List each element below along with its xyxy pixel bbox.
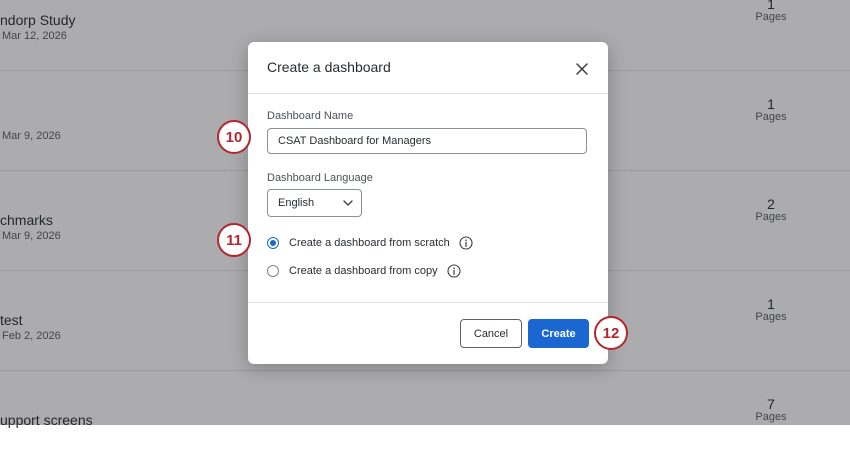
chevron-down-icon <box>343 200 353 206</box>
dashboard-name-input[interactable] <box>267 128 587 154</box>
cancel-button[interactable]: Cancel <box>460 319 522 348</box>
modal-footer-divider <box>248 302 608 303</box>
language-selected-value: English <box>278 197 315 209</box>
step-badge-name: 10 <box>217 120 251 154</box>
radio-from-scratch[interactable] <box>267 237 279 249</box>
modal-header: Create a dashboard <box>248 42 608 94</box>
close-icon <box>576 63 588 75</box>
dashboard-language-select[interactable]: English <box>267 189 362 217</box>
info-icon[interactable] <box>459 236 473 250</box>
radio-from-copy[interactable] <box>267 265 279 277</box>
option-from-scratch-label: Create a dashboard from scratch <box>289 237 450 249</box>
info-icon[interactable] <box>447 264 461 278</box>
dashboard-name-label: Dashboard Name <box>267 110 354 122</box>
option-from-copy-label: Create a dashboard from copy <box>289 265 438 277</box>
modal-title: Create a dashboard <box>267 59 391 75</box>
option-from-copy[interactable]: Create a dashboard from copy <box>267 262 461 280</box>
create-button[interactable]: Create <box>528 319 589 348</box>
close-button[interactable] <box>572 59 592 79</box>
step-badge-create: 12 <box>594 316 628 350</box>
step-badge-options: 11 <box>217 223 251 257</box>
dashboard-language-label: Dashboard Language <box>267 172 373 184</box>
option-from-scratch[interactable]: Create a dashboard from scratch <box>267 234 473 252</box>
create-dashboard-modal: Create a dashboard Dashboard Name Dashbo… <box>248 42 608 364</box>
